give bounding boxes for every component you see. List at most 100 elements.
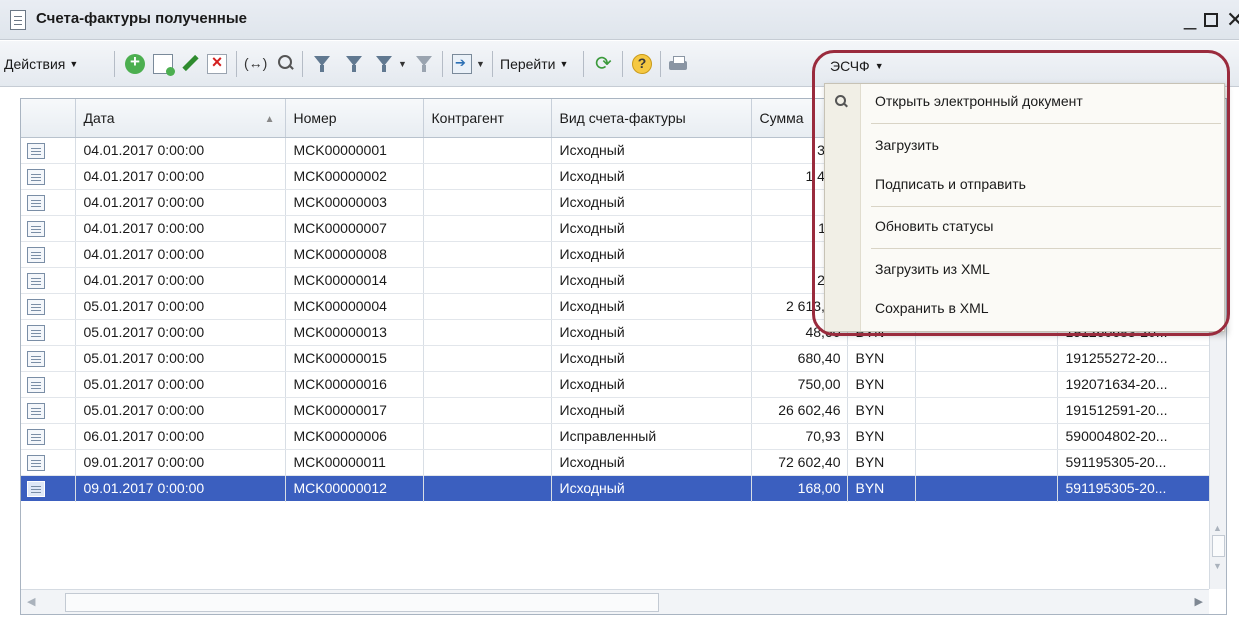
row-icon-cell <box>21 293 76 320</box>
menu-item-update-statuses[interactable]: Обновить статусы <box>875 218 994 234</box>
minimize-button[interactable]: _ <box>1184 4 1196 32</box>
menu-item-load[interactable]: Загрузить <box>875 137 939 153</box>
cell-number: MCK00000002 <box>285 163 424 190</box>
refresh-icon[interactable] <box>594 51 614 76</box>
scroll-left-icon[interactable]: ◀ <box>27 595 35 608</box>
table-row[interactable]: 05.01.2017 0:00:00 MCK00000015 Исходный 680… <box>21 345 1210 372</box>
title-bar: Счета-фактуры полученные _ ✕ <box>0 0 1239 40</box>
table-row[interactable]: 09.01.2017 0:00:00 MCK00000012 Исходный 168… <box>21 475 1210 502</box>
scroll-thumb[interactable] <box>65 593 659 612</box>
row-icon-cell <box>21 319 76 346</box>
menu-item-open-electronic-document[interactable]: Открыть электронный документ <box>875 93 1083 109</box>
hierarchy-icon[interactable]: (↔) <box>244 55 267 75</box>
cell-number: MCK00000015 <box>285 345 424 372</box>
document-list-icon <box>10 10 26 30</box>
cell-blank <box>915 397 1058 424</box>
cell-blank <box>915 423 1058 450</box>
cell-number: MCK00000003 <box>285 189 424 216</box>
copy-icon[interactable] <box>153 54 175 76</box>
cell-currency: BYN <box>847 345 916 372</box>
cell-currency: BYN <box>847 371 916 398</box>
toolbar-separator <box>442 51 443 77</box>
cell-extra: 591195305-20... <box>1057 475 1210 502</box>
cell-date: 05.01.2017 0:00:00 <box>75 397 286 424</box>
actions-menu-button[interactable]: Действия ▼ <box>4 53 78 75</box>
toolbar: Действия▼ (↔) ▼ ▼ Перейти▼ <box>0 41 1239 87</box>
cell-counterparty <box>423 475 552 502</box>
document-icon <box>27 246 45 263</box>
cell-counterparty <box>423 449 552 476</box>
cell-date: 04.01.2017 0:00:00 <box>75 215 286 242</box>
menu-separator <box>871 123 1221 124</box>
cell-number: MCK00000017 <box>285 397 424 424</box>
table-row[interactable]: 05.01.2017 0:00:00 MCK00000017 Исходный 26 … <box>21 397 1210 424</box>
cell-number: MCK00000006 <box>285 423 424 450</box>
toolbar-separator <box>236 51 237 77</box>
column-header-counterparty[interactable]: Контрагент <box>423 99 552 138</box>
scroll-up-icon[interactable]: ▲ <box>1213 523 1222 533</box>
cell-kind: Исходный <box>551 189 752 216</box>
cell-counterparty <box>423 423 552 450</box>
add-icon[interactable] <box>125 52 145 74</box>
toolbar-separator <box>302 51 303 77</box>
filter-icon[interactable] <box>312 54 332 74</box>
row-icon-cell <box>21 189 76 216</box>
column-header-number[interactable]: Номер <box>285 99 424 138</box>
horizontal-scrollbar[interactable]: ◀ ▶ <box>21 589 1209 614</box>
row-icon-cell <box>21 423 76 450</box>
cell-kind: Исходный <box>551 163 752 190</box>
toolbar-separator <box>622 51 623 77</box>
table-row[interactable]: 09.01.2017 0:00:00 MCK00000011 Исходный 72 … <box>21 449 1210 476</box>
row-icon-cell <box>21 397 76 424</box>
menu-item-sign-and-send[interactable]: Подписать и отправить <box>875 176 1026 192</box>
document-icon <box>27 324 45 341</box>
edit-icon[interactable] <box>180 54 200 74</box>
menu-item-save-to-xml[interactable]: Сохранить в XML <box>875 300 989 316</box>
cell-date: 06.01.2017 0:00:00 <box>75 423 286 450</box>
cell-extra: 590004802-20... <box>1057 423 1210 450</box>
print-icon[interactable] <box>668 54 688 74</box>
scroll-thumb[interactable] <box>1212 535 1225 557</box>
menu-icon-gutter <box>825 84 861 331</box>
cell-kind: Исправленный <box>551 423 752 450</box>
eschf-menu-button[interactable]: ЭСЧФ ▼ <box>822 51 892 81</box>
column-header-kind[interactable]: Вид счета-фактуры <box>551 99 752 138</box>
column-header-date[interactable]: Дата ▲ <box>75 99 286 138</box>
cell-blank <box>915 371 1058 398</box>
document-icon <box>27 272 45 289</box>
cell-currency: BYN <box>847 449 916 476</box>
document-icon <box>27 220 45 237</box>
toolbar-separator <box>114 51 115 77</box>
cell-kind: Исходный <box>551 397 752 424</box>
cell-date: 05.01.2017 0:00:00 <box>75 345 286 372</box>
cell-sum: 70,93 <box>751 423 848 450</box>
chevron-down-icon[interactable]: ▼ <box>398 59 407 69</box>
filter-by-value-icon[interactable] <box>344 54 364 74</box>
cell-extra: 591195305-20... <box>1057 449 1210 476</box>
row-icon-cell <box>21 163 76 190</box>
row-icon-cell <box>21 345 76 372</box>
table-row[interactable]: 05.01.2017 0:00:00 MCK00000016 Исходный 750… <box>21 371 1210 398</box>
row-icon-cell <box>21 371 76 398</box>
goto-menu-button[interactable]: Перейти ▼ <box>500 53 568 75</box>
scroll-down-icon[interactable]: ▼ <box>1213 561 1222 571</box>
based-on-icon[interactable] <box>452 54 472 74</box>
chevron-down-icon[interactable]: ▼ <box>476 59 485 69</box>
close-button[interactable]: ✕ <box>1226 6 1239 34</box>
cell-extra: 192071634-20... <box>1057 371 1210 398</box>
document-icon <box>27 454 45 471</box>
menu-item-load-from-xml[interactable]: Загрузить из XML <box>875 261 990 277</box>
filter-history-icon[interactable] <box>374 54 394 74</box>
cell-kind: Исходный <box>551 345 752 372</box>
chevron-down-icon: ▼ <box>874 61 884 71</box>
cell-counterparty <box>423 293 552 320</box>
find-icon[interactable] <box>275 54 295 74</box>
table-row[interactable]: 06.01.2017 0:00:00 MCK00000006 Исправленны… <box>21 423 1210 450</box>
scroll-right-icon[interactable]: ▶ <box>1195 595 1203 608</box>
clear-filter-icon[interactable] <box>414 54 434 74</box>
delete-icon[interactable] <box>207 52 227 74</box>
maximize-button[interactable] <box>1204 6 1218 34</box>
help-icon[interactable] <box>632 54 652 74</box>
document-icon <box>27 480 45 497</box>
cell-counterparty <box>423 267 552 294</box>
